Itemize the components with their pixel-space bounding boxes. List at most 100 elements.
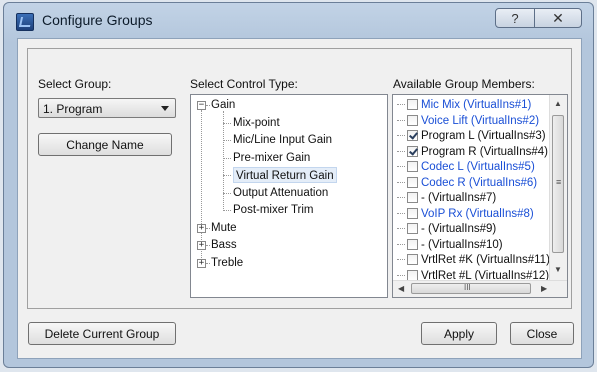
member-label: Program L (VirtualIns#3): [421, 130, 546, 142]
tree-connector: [397, 197, 405, 199]
member-label: VrtlRet #K (VirtualIns#11): [421, 254, 550, 266]
question-icon: ?: [511, 10, 519, 26]
tree-connector: [206, 245, 210, 246]
checkbox-checked[interactable]: [407, 145, 418, 157]
member-item[interactable]: Codec L (VirtualIns#5): [397, 159, 535, 175]
tree-connector: [206, 105, 210, 106]
apply-label: Apply: [443, 326, 475, 341]
chevron-down-icon: [161, 106, 169, 111]
member-label: - (VirtualIns#7): [421, 192, 497, 204]
group-members-list[interactable]: Mic Mix (VirtualIns#1) Voice Lift (Virtua…: [392, 94, 568, 298]
checkbox-unchecked[interactable]: [407, 192, 418, 203]
tree-connector: [223, 210, 231, 211]
scroll-corner: [550, 281, 567, 297]
member-item[interactable]: Program R (VirtualIns#4): [397, 144, 548, 160]
tree-item-virtual-return-gain[interactable]: Virtual Return Gain: [233, 167, 337, 183]
tree-connector: [206, 227, 210, 229]
tree-connector: [397, 166, 405, 168]
member-item[interactable]: Program L (VirtualIns#3): [397, 128, 546, 144]
tree-connector: [397, 243, 405, 245]
vertical-scroll-thumb[interactable]: ≡: [552, 115, 564, 253]
select-group-dropdown[interactable]: 1. Program: [38, 98, 176, 118]
close-button[interactable]: Close: [510, 322, 574, 345]
tree-connector: [397, 228, 405, 230]
checkbox-unchecked[interactable]: [407, 254, 418, 265]
member-item[interactable]: Voice Lift (VirtualIns#2): [397, 113, 539, 129]
tree-connector: [223, 110, 224, 211]
scroll-down-icon[interactable]: ▼: [554, 265, 562, 274]
member-item[interactable]: Mic Mix (VirtualIns#1): [397, 97, 531, 113]
tree-connector: [206, 262, 210, 264]
member-label: Codec L (VirtualIns#5): [421, 161, 535, 173]
checkbox-unchecked[interactable]: [407, 238, 418, 250]
expand-icon[interactable]: +: [197, 241, 206, 250]
tree-item-mix-point[interactable]: Mix-point: [233, 115, 280, 131]
tree-node-treble[interactable]: Treble: [211, 255, 243, 271]
checkbox-unchecked[interactable]: [407, 99, 418, 110]
change-name-button[interactable]: Change Name: [38, 133, 172, 156]
tree-node-mute[interactable]: Mute: [211, 220, 237, 236]
tree-connector: [223, 192, 231, 194]
dialog-body: Select Group: 1. Program Change Name Sel…: [17, 38, 582, 359]
member-label: Codec R (VirtualIns#6): [421, 176, 538, 189]
tree-item-pre-mixer-gain[interactable]: Pre-mixer Gain: [233, 150, 310, 166]
member-item[interactable]: VrtlRet #K (VirtualIns#11): [397, 252, 550, 268]
select-group-value: 1. Program: [43, 102, 103, 116]
member-label: VoIP Rx (VirtualIns#8): [421, 207, 534, 220]
scroll-right-icon[interactable]: ▶: [541, 284, 547, 293]
collapse-icon[interactable]: −: [197, 101, 206, 110]
window-title: Configure Groups: [42, 12, 153, 28]
horizontal-scroll-thumb[interactable]: III: [411, 283, 531, 294]
tree-node-bass[interactable]: Bass: [211, 237, 237, 253]
title-bar[interactable]: Configure Groups ? ✕: [4, 3, 593, 39]
apply-button[interactable]: Apply: [421, 322, 497, 345]
tree-item-mic-line-input-gain[interactable]: Mic/Line Input Gain: [233, 132, 332, 148]
tree-connector: [397, 259, 405, 261]
member-label: - (VirtualIns#10): [421, 238, 503, 251]
tree-connector: [397, 135, 405, 137]
checkbox-unchecked[interactable]: [407, 223, 418, 234]
grip-icon: ≡: [556, 177, 562, 187]
change-name-label: Change Name: [66, 137, 144, 152]
member-label: - (VirtualIns#9): [421, 223, 497, 235]
delete-group-button[interactable]: Delete Current Group: [28, 322, 176, 345]
tree-connector: [223, 175, 231, 176]
grip-icon: III: [464, 283, 471, 292]
app-logo-icon: [16, 13, 34, 31]
member-item[interactable]: - (VirtualIns#9): [397, 221, 496, 237]
member-item[interactable]: Codec R (VirtualIns#6): [397, 175, 537, 191]
member-item[interactable]: - (VirtualIns#7): [397, 190, 496, 206]
delete-group-label: Delete Current Group: [44, 326, 160, 341]
checkbox-unchecked[interactable]: [407, 114, 418, 126]
configure-groups-dialog: Configure Groups ? ✕ Select Group: 1. Pr…: [3, 2, 594, 368]
checkbox-unchecked[interactable]: [407, 161, 418, 172]
scroll-up-icon[interactable]: ▲: [554, 99, 562, 108]
expand-icon[interactable]: +: [197, 258, 206, 268]
member-item[interactable]: VoIP Rx (VirtualIns#8): [397, 206, 534, 222]
vertical-scrollbar[interactable]: ▲ ≡ ▼: [549, 95, 567, 297]
tree-connector: [223, 140, 231, 141]
group-settings-box: Select Group: 1. Program Change Name Sel…: [27, 48, 572, 309]
close-label: Close: [526, 326, 558, 341]
scroll-left-icon[interactable]: ◀: [398, 284, 404, 293]
tree-item-post-mixer-trim[interactable]: Post-mixer Trim: [233, 202, 314, 218]
member-label: Mic Mix (VirtualIns#1): [421, 99, 532, 111]
checkbox-unchecked[interactable]: [407, 176, 418, 188]
tree-connector: [397, 150, 405, 152]
checkbox-checked[interactable]: [407, 130, 418, 141]
checkbox-unchecked[interactable]: [407, 207, 418, 219]
tree-connector: [223, 157, 231, 159]
window-close-button[interactable]: ✕: [534, 8, 582, 28]
control-type-tree[interactable]: − Gain Mix-point Mic/Line Input Gain Pre-mix…: [190, 94, 388, 298]
tree-connector: [397, 181, 405, 183]
checkbox-unchecked[interactable]: [407, 269, 418, 281]
expand-icon[interactable]: +: [197, 223, 206, 233]
tree-item-output-attenuation[interactable]: Output Attenuation: [233, 185, 328, 201]
member-label: Voice Lift (VirtualIns#2): [421, 114, 540, 127]
member-item[interactable]: - (VirtualIns#10): [397, 237, 503, 253]
control-type-label: Select Control Type:: [190, 77, 298, 91]
horizontal-scrollbar[interactable]: ◀ III ▶: [393, 280, 567, 297]
help-button[interactable]: ?: [495, 8, 535, 28]
tree-connector: [397, 212, 405, 214]
member-label: Program R (VirtualIns#4): [421, 145, 548, 158]
